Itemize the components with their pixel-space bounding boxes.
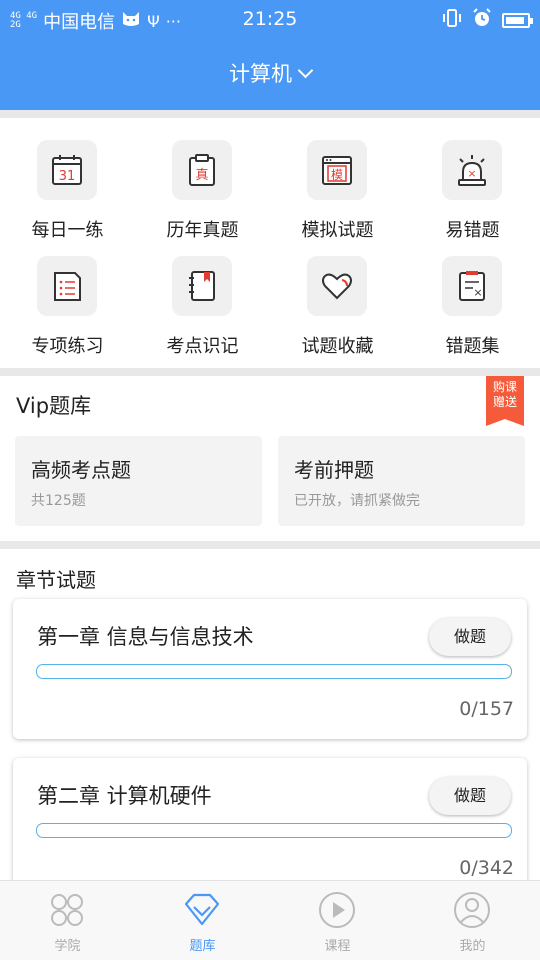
chapter-progress-bar (36, 664, 512, 679)
do-questions-button[interactable]: 做题 (429, 618, 511, 656)
divider (0, 110, 540, 118)
grid-item-wrong-questions[interactable]: × 错题集 (405, 234, 540, 359)
grid-item-special-practice[interactable]: 专项练习 (0, 234, 135, 359)
nav-tab-college[interactable]: 学院 (0, 881, 135, 960)
grid-label: 考点识记 (166, 336, 239, 357)
promo-badge-line2: 赠送 (492, 395, 517, 409)
grid-item-favorites[interactable]: 试题收藏 (270, 234, 405, 359)
nav-tab-profile[interactable]: 我的 (405, 881, 540, 960)
grid-item-error-prone[interactable]: × 易错题 (405, 118, 540, 243)
battery-fill (506, 17, 524, 24)
chapter-count: 0/342 (459, 857, 514, 879)
chapter-name: 第一章 信息与信息技术 (37, 625, 254, 649)
chapter-card[interactable]: 第一章 信息与信息技术 做题 0/157 (13, 599, 527, 739)
vip-card-high-frequency[interactable]: 高频考点题 共125题 (15, 436, 262, 526)
nav-label: 学院 (54, 939, 81, 954)
heart-icon (307, 256, 367, 316)
vip-card-title: 高频考点题 (31, 458, 131, 482)
grid-item-key-points[interactable]: 考点识记 (135, 234, 270, 359)
play-course-icon (317, 890, 357, 930)
grid-item-mock-exams[interactable]: 模 模拟试题 (270, 118, 405, 243)
grid-label: 试题收藏 (301, 336, 374, 357)
nav-label: 题库 (189, 939, 216, 954)
notebook-icon (172, 256, 232, 316)
chapter-card[interactable]: 第二章 计算机硬件 做题 0/342 (13, 758, 527, 898)
clipboard-char: 真 (195, 168, 208, 183)
status-right (442, 8, 533, 33)
bottom-nav: 学院 题库 课程 我的 (0, 880, 540, 960)
divider (0, 368, 540, 376)
do-questions-button[interactable]: 做题 (429, 777, 511, 815)
page-title: 计算机 (229, 62, 292, 86)
grid-label: 错题集 (445, 336, 500, 357)
vip-card-subtitle: 已开放，请抓紧做完 (294, 493, 420, 509)
alarm-light-icon: × (442, 140, 502, 200)
promo-badge-line1: 购课 (492, 380, 517, 394)
grid-item-past-exams[interactable]: 真 历年真题 (135, 118, 270, 243)
chevron-down-icon (297, 62, 314, 78)
top-bar: 4G 4G 2G 中国电信 Ψ ··· 21:25 计算机 (0, 0, 540, 110)
chapter-section-title: 章节试题 (16, 568, 96, 592)
alarm-mark: × (467, 167, 476, 180)
vip-card-subtitle: 共125题 (31, 493, 86, 509)
alarm-icon (472, 8, 492, 33)
clipboard-icon: 真 (172, 140, 232, 200)
vip-card-title: 考前押题 (294, 458, 374, 482)
list-document-icon (37, 256, 97, 316)
profile-icon (452, 890, 492, 930)
calendar-day-text: 31 (59, 169, 76, 184)
nav-tab-courses[interactable]: 课程 (270, 881, 405, 960)
chapter-count: 0/157 (459, 698, 514, 720)
subject-selector[interactable]: 计算机 (0, 58, 540, 88)
vip-section-title: Vip题库 (16, 394, 92, 418)
wrong-mark: × (473, 286, 482, 299)
chapter-progress-bar (36, 823, 512, 838)
nav-tab-question-bank[interactable]: 题库 (135, 881, 270, 960)
college-icon (47, 890, 87, 930)
divider (0, 541, 540, 549)
grid-item-daily-practice[interactable]: 31 每日一练 (0, 118, 135, 243)
battery-icon (502, 13, 533, 28)
wrong-list-icon: × (442, 256, 502, 316)
promo-badge[interactable]: 购课 赠送 (486, 376, 524, 426)
function-grid: 31 每日一练 真 历年真题 模 模拟试题 × 易错题 专项练习 考点识记 试题… (0, 118, 540, 368)
chapter-name: 第二章 计算机硬件 (37, 784, 212, 808)
grid-label: 专项练习 (31, 336, 104, 357)
browser-window-icon: 模 (307, 140, 367, 200)
nav-label: 我的 (459, 939, 486, 954)
window-char: 模 (331, 168, 343, 182)
calendar-icon: 31 (37, 140, 97, 200)
vibrate-icon (442, 9, 462, 32)
status-bar: 4G 4G 2G 中国电信 Ψ ··· 21:25 (0, 0, 540, 38)
vip-card-pre-exam[interactable]: 考前押题 已开放，请抓紧做完 (278, 436, 525, 526)
nav-label: 课程 (324, 939, 351, 954)
question-bank-icon (182, 890, 222, 930)
